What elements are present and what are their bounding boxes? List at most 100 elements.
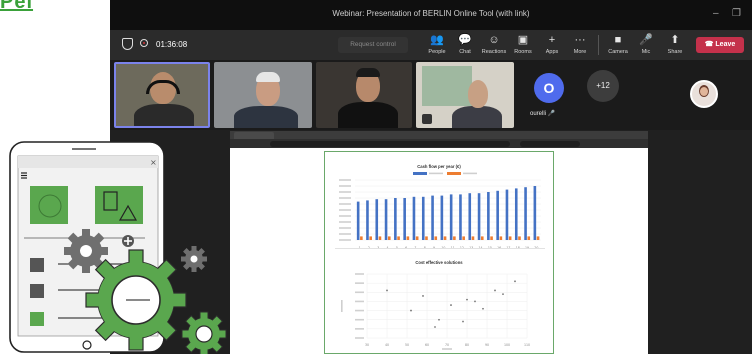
y-tick-label (355, 273, 364, 275)
leave-button[interactable]: ☎ Leave (696, 37, 744, 53)
search-box[interactable] (520, 140, 580, 147)
bar (533, 186, 537, 240)
bar (421, 196, 425, 240)
mic-muted-icon: 🎤 (547, 111, 556, 117)
y-tick-label (339, 191, 351, 193)
toolbar-share[interactable]: ⬆ Share (661, 34, 689, 55)
chart2-title: Cost effective solutions (415, 260, 463, 265)
bar (490, 236, 493, 240)
toolbar-chat[interactable]: 💬 Chat (451, 34, 479, 55)
minimize-button[interactable]: – (713, 8, 719, 19)
scatter-point (482, 307, 484, 310)
browser-tab[interactable] (234, 132, 274, 139)
video-tile-3[interactable] (316, 62, 412, 128)
apps-icon: + (548, 34, 556, 46)
participant-avatar[interactable]: O (534, 73, 564, 103)
y-tick-label (355, 328, 364, 330)
y-tick-label (355, 291, 364, 294)
shapes-icon (95, 186, 143, 224)
bar (360, 236, 363, 240)
participant-body (452, 106, 502, 128)
y-tick-label (339, 239, 351, 241)
x-axis-label (442, 348, 452, 350)
x-tick-label: 90 (485, 343, 489, 347)
background-poster (422, 66, 472, 106)
toolbar-divider (598, 35, 599, 55)
participant-body (338, 102, 398, 128)
scatter-point (434, 326, 436, 328)
close-icon: × (150, 158, 157, 167)
scatter-point (422, 295, 424, 297)
y-axis-label (341, 300, 343, 312)
bar (505, 189, 509, 240)
bar (449, 194, 453, 240)
x-tick-label: 110 (524, 343, 530, 347)
bar (397, 236, 400, 240)
shared-browser-window: Cash flow per year (€) 12345678910111213… (230, 131, 648, 354)
y-tick-label (355, 300, 364, 303)
bar (403, 198, 406, 240)
maximize-button[interactable]: ❐ (732, 8, 741, 19)
window-title: Webinar: Presentation of BERLIN Online T… (332, 9, 530, 18)
bar (384, 199, 388, 240)
bar (471, 236, 475, 240)
plus-icon (122, 235, 134, 247)
bar (378, 236, 382, 240)
x-tick-label: 60 (425, 343, 429, 347)
meeting-toolbar: 01:36:08 Request control 👥 People 💬 Chat… (110, 30, 752, 60)
toolbar-rooms[interactable]: ▣ Rooms (509, 34, 537, 55)
participant-hair (356, 68, 380, 77)
scatter-point (462, 320, 464, 323)
scatter-point (514, 280, 516, 283)
page-link[interactable]: Pel (0, 0, 33, 14)
legend-label (463, 172, 477, 175)
toolbar-reactions[interactable]: ☺ Reactions (480, 34, 508, 55)
toolbar-more[interactable]: ··· More (566, 34, 594, 55)
bar (356, 201, 360, 240)
bar (415, 236, 419, 240)
scatter-point (494, 289, 496, 292)
gear-icon (181, 311, 227, 354)
participant-avatar-photo[interactable] (690, 80, 718, 108)
x-tick-label: 100 (504, 343, 510, 347)
scatter-point (438, 318, 440, 321)
address-bar[interactable] (270, 140, 510, 147)
bar (459, 194, 462, 240)
title-bar: Webinar: Presentation of BERLIN Online T… (110, 0, 752, 30)
bar (477, 193, 481, 240)
y-tick-label (339, 185, 351, 187)
bar (514, 188, 518, 240)
toolbar-apps[interactable]: + Apps (538, 34, 566, 55)
x-tick-label: 40 (385, 343, 389, 347)
cash-flow-chart: 1234567891011121314151617181920 (339, 172, 541, 250)
toolbar-mic[interactable]: 🎤 Mic (632, 34, 660, 55)
scatter-point (410, 309, 412, 312)
bar (443, 236, 447, 240)
people-icon: 👥 (430, 34, 444, 46)
rooms-icon: ▣ (517, 34, 529, 46)
participant-body (134, 104, 194, 126)
request-control-button[interactable]: Request control (338, 37, 408, 53)
y-tick-label (339, 209, 351, 211)
toolbar-people[interactable]: 👥 People (423, 34, 451, 55)
gear-icon (85, 249, 187, 351)
bar (453, 236, 456, 240)
camera-icon: ■ (614, 34, 622, 46)
toolbar-camera[interactable]: ■ Camera (604, 34, 632, 55)
bar (412, 196, 416, 240)
gear-icon (181, 246, 207, 272)
bar (499, 236, 503, 240)
bar (425, 236, 428, 240)
chat-icon: 💬 (458, 34, 472, 46)
avatar-face (700, 87, 708, 96)
more-participants-button[interactable]: +12 (587, 70, 619, 102)
video-tile-4[interactable] (416, 62, 514, 128)
phone-icon: ☎ (704, 41, 716, 48)
mic-muted-icon (422, 114, 432, 124)
video-tile-1[interactable] (114, 62, 210, 128)
y-tick-label (339, 203, 351, 205)
scatter-point (466, 298, 468, 301)
y-tick-label (339, 233, 351, 235)
scatter-point (386, 289, 388, 292)
video-tile-2[interactable] (214, 62, 312, 128)
